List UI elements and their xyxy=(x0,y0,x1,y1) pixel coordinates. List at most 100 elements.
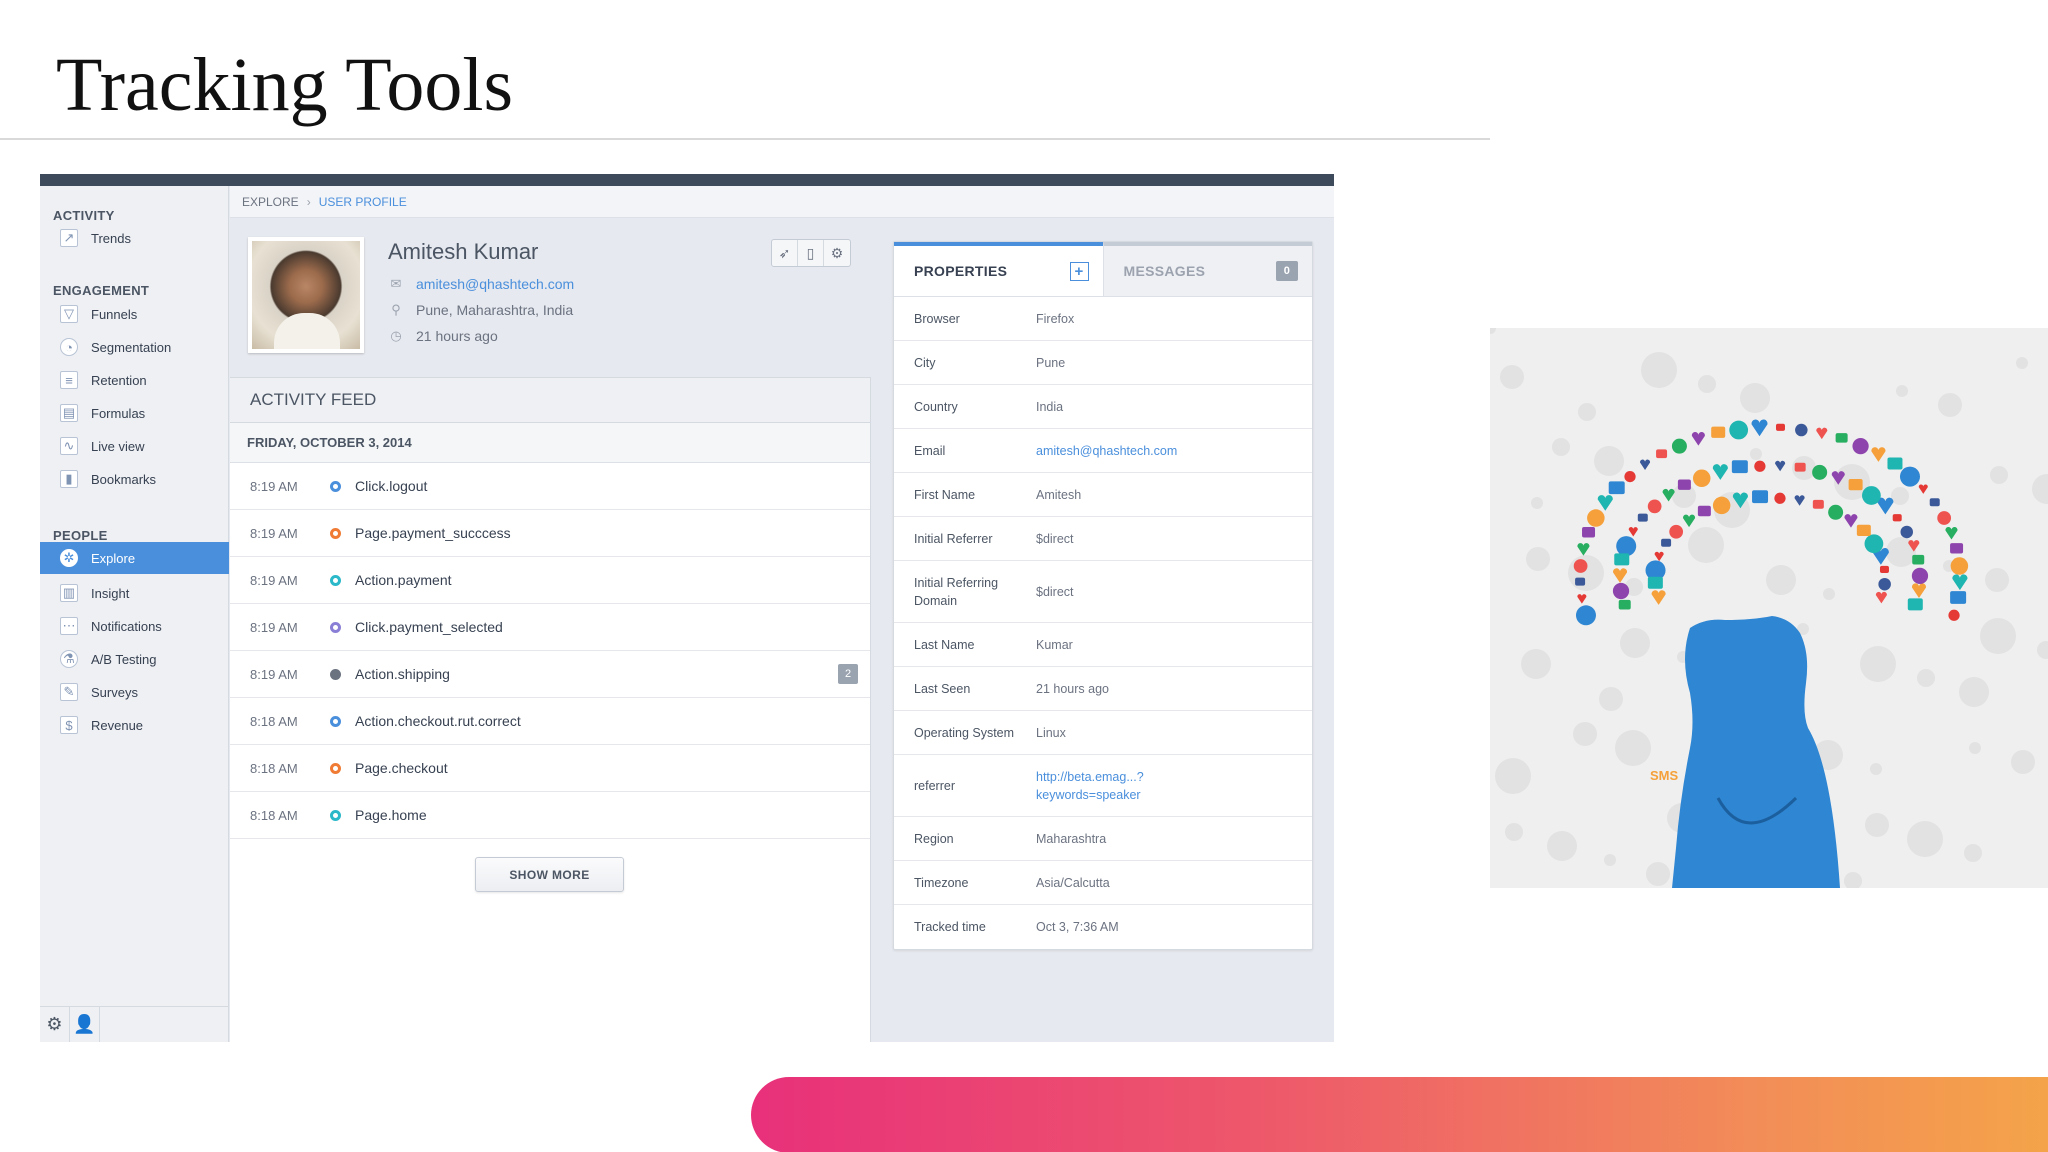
background-shape-icon xyxy=(1844,872,1862,888)
social-cloud-graphic: SMS xyxy=(1490,328,2048,888)
feed-row[interactable]: 8:18 AM Page.home xyxy=(230,792,870,839)
social-circle-icon xyxy=(1754,460,1766,472)
property-key: Country xyxy=(914,399,958,414)
breadcrumb-explore[interactable]: EXPLORE xyxy=(242,195,299,209)
property-value[interactable]: http://beta.emag...? keywords=speaker xyxy=(1036,768,1144,804)
background-shape-icon xyxy=(1594,446,1624,476)
social-circle-icon xyxy=(1828,504,1844,520)
decorative-gradient-bar xyxy=(751,1077,2048,1152)
event-dot-icon xyxy=(330,527,341,539)
feed-row-event: Click.logout xyxy=(355,478,428,494)
social-square-icon xyxy=(1912,554,1925,565)
sidebar-item-formulas[interactable]: ▤ Formulas xyxy=(40,397,229,429)
breadcrumb-separator: › xyxy=(306,194,311,209)
feed-row-time: 8:19 AM xyxy=(250,619,298,635)
sidebar-item-label: Explore xyxy=(91,550,136,566)
sidebar-item-live-view[interactable]: ∿ Live view xyxy=(40,430,229,462)
tab-properties-label: PROPERTIES xyxy=(914,263,1008,279)
tab-properties[interactable]: PROPERTIES + xyxy=(894,242,1103,296)
sidebar-section-engagement: ENGAGEMENT xyxy=(53,283,150,298)
feed-row-event: Action.checkout.rut.correct xyxy=(355,713,521,729)
social-square-icon xyxy=(1647,576,1663,589)
social-square-icon xyxy=(1752,490,1769,504)
event-dot-icon xyxy=(330,621,341,633)
feed-row[interactable]: 8:19 AM Click.payment_selected xyxy=(230,604,870,651)
mobile-icon[interactable]: ▯ xyxy=(798,240,824,266)
sidebar-item-segmentation[interactable]: ◔ Segmentation xyxy=(40,331,229,363)
social-circle-icon xyxy=(1878,577,1891,591)
feed-row[interactable]: 8:19 AM Action.shipping 2 xyxy=(230,651,870,698)
social-heart-icon xyxy=(1794,495,1805,506)
sidebar-item-explore[interactable]: ✲ Explore xyxy=(40,542,229,574)
social-tracking-illustration: SMS xyxy=(1490,328,2048,888)
show-more-button[interactable]: SHOW MORE xyxy=(475,857,624,892)
social-square-icon xyxy=(1661,538,1672,547)
feed-row[interactable]: 8:19 AM Action.payment xyxy=(230,557,870,604)
sidebar-item-surveys[interactable]: ✎ Surveys xyxy=(40,676,229,708)
add-user-icon[interactable]: 👤 xyxy=(70,1006,100,1042)
sidebar-item-label: Bookmarks xyxy=(91,471,157,487)
tab-messages[interactable]: MESSAGES 0 xyxy=(1102,242,1312,296)
social-heart-icon xyxy=(1639,459,1651,471)
activity-feed-list: 8:19 AM Click.logout 8:19 AM Page.payment_s… xyxy=(230,463,870,839)
feed-row[interactable]: 8:18 AM Page.checkout xyxy=(230,745,870,792)
user-settings-icon[interactable]: ⚙ xyxy=(824,240,850,266)
cursor-icon[interactable]: ➶ xyxy=(772,240,798,266)
bookmark-icon: ▮ xyxy=(60,470,78,488)
background-shape-icon xyxy=(1870,763,1882,775)
sidebar-item-trends[interactable]: ↗ Trends xyxy=(40,222,229,254)
social-heart-icon xyxy=(1911,583,1927,599)
property-key: Operating System xyxy=(914,725,1015,740)
property-value: Kumar xyxy=(1036,637,1073,652)
property-row: City Pune xyxy=(894,341,1312,385)
feed-row[interactable]: 8:19 AM Click.logout xyxy=(230,463,870,510)
sidebar-item-insight[interactable]: ▥ Insight xyxy=(40,577,229,609)
social-square-icon xyxy=(1677,479,1691,490)
background-shape-icon xyxy=(1615,730,1651,766)
sidebar-item-revenue[interactable]: $ Revenue xyxy=(40,709,229,741)
sidebar: ACTIVITY ↗ Trends ENGAGEMENT ▽ Funnels ◔… xyxy=(40,186,229,1042)
event-dot-icon xyxy=(330,715,341,727)
sidebar-item-ab-testing[interactable]: ⚗ A/B Testing xyxy=(40,643,229,675)
app-top-bar xyxy=(40,174,1334,186)
property-row: Email amitesh@qhashtech.com xyxy=(894,429,1312,473)
social-circle-icon xyxy=(1612,582,1630,600)
sidebar-section-activity: ACTIVITY xyxy=(53,208,115,223)
property-row: Operating System Linux xyxy=(894,711,1312,755)
live-icon: ∿ xyxy=(60,437,78,455)
social-circle-icon xyxy=(1616,536,1637,557)
property-key: Email xyxy=(914,443,946,458)
breadcrumb-user-profile[interactable]: USER PROFILE xyxy=(319,195,407,209)
add-property-button[interactable]: + xyxy=(1069,261,1089,281)
profile-email-link[interactable]: amitesh@qhashtech.com xyxy=(416,276,574,292)
property-value[interactable]: amitesh@qhashtech.com xyxy=(1036,442,1177,460)
social-square-icon xyxy=(1575,577,1586,586)
sidebar-item-bookmarks[interactable]: ▮ Bookmarks xyxy=(40,463,229,495)
social-heart-icon xyxy=(1651,590,1666,605)
breadcrumb: EXPLORE › USER PROFILE xyxy=(230,186,1334,218)
social-heart-icon xyxy=(1577,543,1590,556)
background-shape-icon xyxy=(1938,393,1962,417)
social-heart-icon xyxy=(1577,594,1587,604)
envelope-icon: ✉ xyxy=(390,276,402,291)
event-count-badge[interactable]: 2 xyxy=(838,664,858,684)
formula-icon: ▤ xyxy=(60,404,78,422)
social-square-icon xyxy=(1608,481,1625,495)
profile-last-seen: 21 hours ago xyxy=(416,328,498,344)
background-shape-icon xyxy=(1766,565,1796,595)
social-circle-icon xyxy=(1911,567,1929,585)
slide-title: Tracking Tools xyxy=(56,43,514,127)
sidebar-item-label: Retention xyxy=(91,372,147,388)
feed-row[interactable]: 8:18 AM Action.checkout.rut.correct xyxy=(230,698,870,745)
feed-row[interactable]: 8:19 AM Page.payment_succcess xyxy=(230,510,870,557)
social-square-icon xyxy=(1656,449,1668,459)
gear-icon[interactable]: ⚙ xyxy=(40,1006,70,1042)
background-shape-icon xyxy=(1578,403,1596,421)
sidebar-item-retention[interactable]: ≡ Retention xyxy=(40,364,229,396)
sidebar-item-notifications[interactable]: ⋯ Notifications xyxy=(40,610,229,642)
notification-icon: ⋯ xyxy=(60,617,78,635)
sidebar-item-funnels[interactable]: ▽ Funnels xyxy=(40,298,229,330)
property-row: Region Maharashtra xyxy=(894,817,1312,861)
background-shape-icon xyxy=(2016,357,2028,369)
event-dot-icon xyxy=(330,762,341,774)
